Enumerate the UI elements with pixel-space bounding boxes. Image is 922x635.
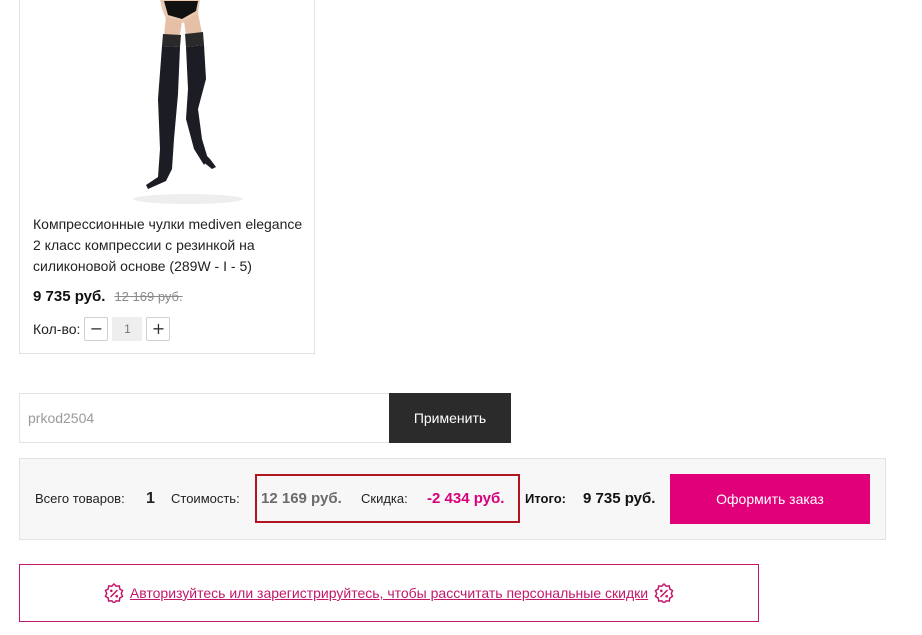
checkout-button[interactable]: Оформить заказ (670, 474, 870, 524)
total-label: Итого: (525, 491, 566, 506)
quantity-input[interactable] (112, 317, 143, 341)
product-image[interactable] (88, 0, 248, 205)
auth-banner: Авторизуйтесь или зарегистрируйтесь, что… (19, 564, 759, 622)
quantity-stepper: Кол-во: − + (33, 317, 171, 341)
auth-register-link[interactable]: Авторизуйтесь или зарегистрируйтесь, что… (130, 585, 648, 601)
total-value: 9 735 руб. (583, 490, 656, 507)
cost-label: Стоимость: (171, 491, 240, 506)
items-count-value: 1 (146, 490, 155, 507)
price-old: 12 169 руб. (114, 289, 183, 304)
product-card: Компрессионные чулки mediven elegance 2 … (19, 0, 315, 354)
product-title[interactable]: Компрессионные чулки mediven elegance 2 … (33, 214, 308, 277)
percent-badge-icon (104, 583, 124, 603)
quantity-label: Кол-во: (33, 321, 81, 337)
quantity-increase-button[interactable]: + (146, 317, 171, 341)
promo-code-input[interactable] (19, 393, 390, 443)
percent-badge-icon (654, 583, 674, 603)
items-count-label: Всего товаров: (35, 491, 125, 506)
quantity-decrease-button[interactable]: − (84, 317, 109, 341)
discount-highlight-box (255, 474, 520, 523)
price-row: 9 735 руб. 12 169 руб. (33, 288, 183, 308)
price-current: 9 735 руб. (33, 288, 106, 305)
apply-promo-button[interactable]: Применить (389, 393, 511, 443)
